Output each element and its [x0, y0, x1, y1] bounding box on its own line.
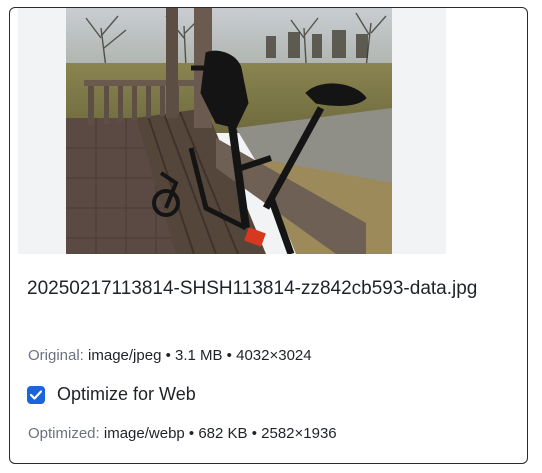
- optimized-label: Optimized:: [28, 425, 100, 442]
- original-label: Original:: [28, 347, 84, 364]
- optimize-label: Optimize for Web: [57, 384, 196, 404]
- optimize-for-web-option[interactable]: Optimize for Web: [27, 384, 196, 405]
- checkmark-icon: [30, 389, 42, 400]
- original-info: image/jpeg • 3.1 MB • 4032×3024: [88, 347, 312, 364]
- optimized-info-row: Optimized: image/webp • 682 KB • 2582×19…: [28, 424, 337, 444]
- image-card: 20250217113814-SHSH113814-zz842cb593-dat…: [9, 7, 528, 464]
- file-name: 20250217113814-SHSH113814-zz842cb593-dat…: [27, 278, 478, 299]
- optimize-checkbox[interactable]: [27, 385, 45, 404]
- image-preview[interactable]: [18, 8, 446, 254]
- photo-thumbnail: [66, 8, 392, 254]
- optimized-info: image/webp • 682 KB • 2582×1936: [103, 425, 337, 442]
- original-info-row: Original: image/jpeg • 3.1 MB • 4032×302…: [28, 346, 312, 366]
